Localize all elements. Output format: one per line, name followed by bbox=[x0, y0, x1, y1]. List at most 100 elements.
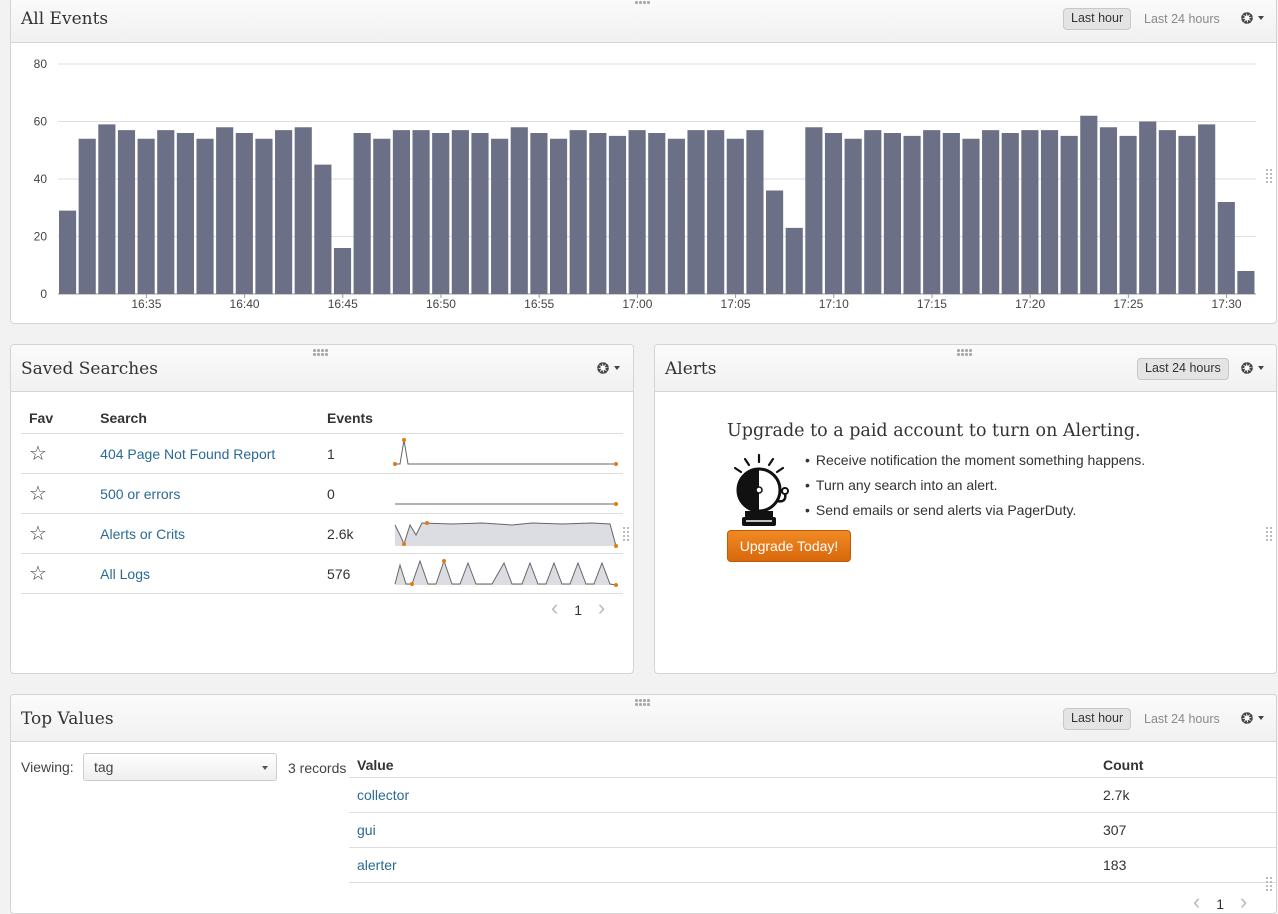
column-header-count: Count bbox=[1102, 753, 1276, 778]
bar bbox=[648, 133, 666, 294]
saved-search-link[interactable]: All Logs bbox=[100, 566, 150, 582]
top-values-panel: Top Values Last hour Last 24 hours Viewi… bbox=[10, 694, 1277, 914]
bar bbox=[785, 227, 803, 294]
bar bbox=[766, 190, 784, 294]
bar bbox=[353, 133, 371, 294]
bar bbox=[1139, 121, 1157, 294]
all-events-header: All Events Last hour Last 24 hours bbox=[11, 0, 1276, 43]
viewing-select[interactable]: tag bbox=[83, 753, 277, 781]
panel-title: Top Values bbox=[21, 709, 114, 729]
gear-icon[interactable] bbox=[1239, 359, 1267, 377]
star-icon[interactable]: ☆ bbox=[29, 523, 47, 545]
drag-handle[interactable] bbox=[313, 349, 331, 357]
table-row: ☆ 500 or errors 0 bbox=[21, 473, 623, 514]
sparkline bbox=[393, 438, 618, 466]
bar bbox=[471, 133, 489, 294]
bar bbox=[1158, 130, 1176, 294]
bar bbox=[883, 133, 901, 294]
upgrade-today-button[interactable]: Upgrade Today! bbox=[727, 530, 851, 562]
prev-page-icon[interactable]: ‹ bbox=[1193, 889, 1200, 913]
bar bbox=[98, 124, 116, 294]
last-hour-button[interactable]: Last hour bbox=[1063, 708, 1132, 730]
x-tick-label: 17:00 bbox=[622, 297, 652, 311]
list-item: Receive notification the moment somethin… bbox=[805, 449, 1145, 474]
bar bbox=[235, 133, 253, 294]
last-24-hours-button[interactable]: Last 24 hours bbox=[1137, 709, 1227, 729]
star-icon[interactable]: ☆ bbox=[29, 563, 47, 585]
resize-handle[interactable] bbox=[623, 527, 631, 545]
last-24-hours-button[interactable]: Last 24 hours bbox=[1137, 9, 1227, 29]
bar bbox=[117, 130, 136, 294]
drag-handle[interactable] bbox=[635, 699, 653, 707]
prev-page-icon[interactable]: ‹ bbox=[551, 595, 558, 620]
pagination: ‹ 1 › bbox=[1193, 889, 1247, 913]
bar bbox=[608, 135, 627, 294]
gear-icon[interactable] bbox=[1239, 9, 1267, 27]
events-count: 0 bbox=[326, 473, 391, 514]
saved-searches-header: Saved Searches bbox=[11, 345, 633, 392]
bar bbox=[687, 130, 705, 294]
bar bbox=[589, 133, 607, 294]
top-values-table: Value Count collector 2.7k gui 307 alert… bbox=[349, 753, 1276, 883]
table-row: ☆ 404 Page Not Found Report 1 bbox=[21, 433, 623, 474]
bar bbox=[392, 130, 411, 294]
column-header-value: Value bbox=[349, 753, 1102, 778]
bar bbox=[491, 138, 509, 294]
bar bbox=[255, 138, 273, 294]
star-icon[interactable]: ☆ bbox=[29, 483, 47, 505]
y-tick-label: 60 bbox=[34, 115, 48, 129]
last-hour-button[interactable]: Last hour bbox=[1063, 8, 1132, 30]
column-header-search: Search bbox=[99, 403, 327, 434]
bar bbox=[805, 127, 823, 294]
saved-search-link[interactable]: 500 or errors bbox=[100, 486, 180, 502]
upgrade-headline: Upgrade to a paid account to turn on Ale… bbox=[727, 421, 1141, 441]
bar bbox=[628, 130, 646, 294]
gear-icon[interactable] bbox=[1239, 709, 1267, 727]
table-row: alerter 183 bbox=[349, 847, 1276, 883]
page-number[interactable]: 1 bbox=[1216, 896, 1224, 912]
resize-handle[interactable] bbox=[1266, 169, 1274, 187]
alarm-bell-icon bbox=[727, 453, 797, 534]
saved-search-link[interactable]: 404 Page Not Found Report bbox=[100, 446, 275, 462]
count-cell: 2.7k bbox=[1102, 777, 1276, 813]
bar bbox=[1040, 130, 1059, 294]
next-page-icon[interactable]: › bbox=[598, 595, 605, 620]
count-cell: 183 bbox=[1102, 847, 1276, 883]
value-link[interactable]: alerter bbox=[357, 857, 397, 873]
value-link[interactable]: collector bbox=[357, 787, 409, 803]
table-row: collector 2.7k bbox=[349, 777, 1276, 813]
bar bbox=[942, 133, 960, 294]
y-tick-label: 20 bbox=[34, 230, 48, 244]
bar bbox=[707, 130, 725, 294]
bar bbox=[903, 135, 921, 294]
last-24-hours-button[interactable]: Last 24 hours bbox=[1137, 358, 1229, 380]
table-row: ☆ All Logs 576 bbox=[21, 553, 623, 594]
drag-handle[interactable] bbox=[957, 349, 975, 357]
sparkline bbox=[394, 521, 618, 548]
events-count: 2.6k bbox=[326, 513, 391, 554]
drag-handle[interactable] bbox=[635, 1, 653, 9]
resize-handle[interactable] bbox=[1266, 527, 1274, 545]
column-header-events: Events bbox=[326, 403, 391, 434]
next-page-icon[interactable]: › bbox=[1240, 889, 1247, 913]
value-link[interactable]: gui bbox=[357, 822, 376, 838]
bar bbox=[216, 127, 234, 294]
star-icon[interactable]: ☆ bbox=[29, 443, 47, 465]
saved-search-link[interactable]: Alerts or Crits bbox=[100, 526, 185, 542]
page-number[interactable]: 1 bbox=[574, 602, 582, 618]
events-bar-chart: 0 20 40 60 80 16:35 16:40 16:45 16:50 16:55 17:00 1… bbox=[34, 57, 1256, 311]
gear-icon[interactable] bbox=[595, 359, 623, 377]
resize-handle[interactable] bbox=[1266, 877, 1274, 895]
x-tick-label: 16:55 bbox=[524, 297, 554, 311]
count-cell: 307 bbox=[1102, 812, 1276, 848]
events-count: 576 bbox=[326, 553, 391, 594]
bar bbox=[530, 133, 548, 294]
bar bbox=[412, 130, 430, 294]
table-row: ☆ Alerts or Crits 2.6k bbox=[21, 513, 623, 554]
viewing-label: Viewing: bbox=[21, 759, 74, 775]
x-tick-label: 16:45 bbox=[328, 297, 358, 311]
all-events-panel: All Events Last hour Last 24 hours 0 20 40… bbox=[10, 0, 1277, 324]
bar bbox=[333, 248, 352, 294]
bar bbox=[1021, 130, 1039, 294]
panel-title: Saved Searches bbox=[21, 359, 158, 379]
